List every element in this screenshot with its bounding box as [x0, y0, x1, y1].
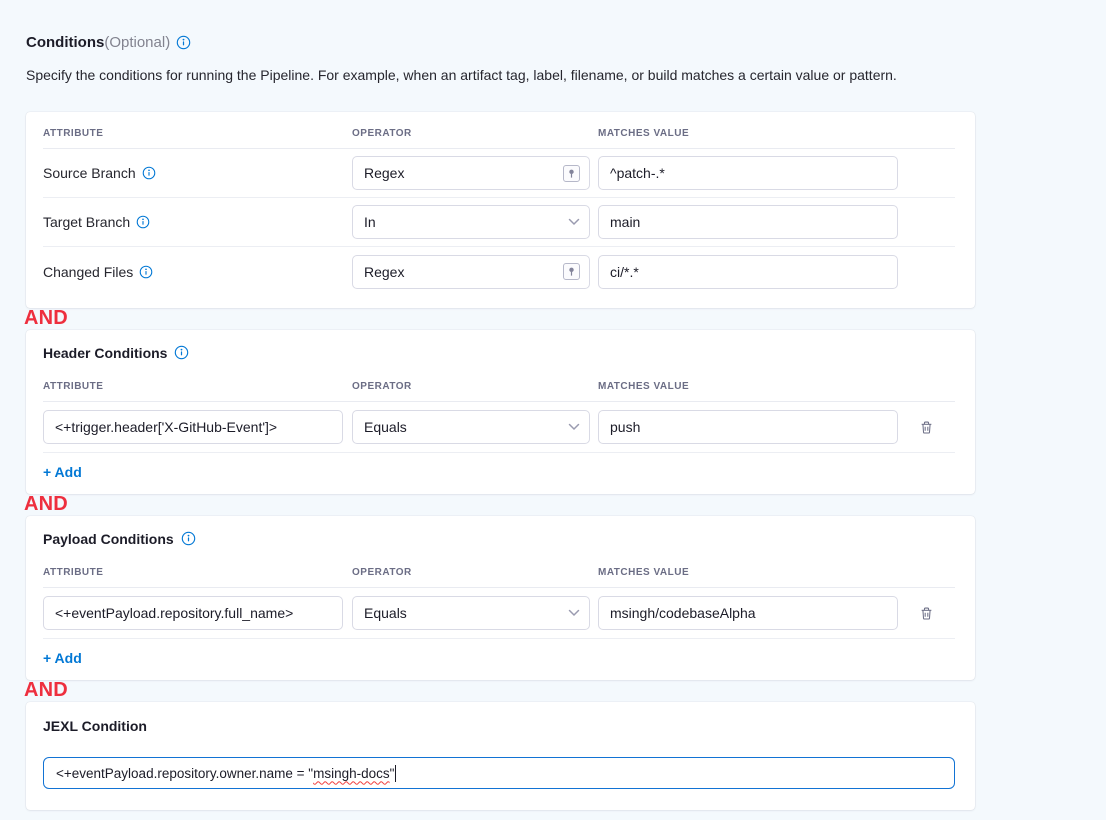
chevron-down-icon: [568, 609, 580, 617]
info-icon[interactable]: [142, 166, 156, 180]
payload-value-input[interactable]: [598, 596, 898, 630]
column-header-attribute: ATTRIBUTE: [43, 128, 352, 139]
delete-row-button[interactable]: [914, 414, 940, 440]
delete-row-button[interactable]: [914, 600, 940, 626]
column-header-operator: OPERATOR: [352, 128, 598, 139]
header-condition-row: Equals: [43, 402, 955, 453]
header-value-input[interactable]: [598, 410, 898, 444]
and-separator: AND: [24, 308, 975, 330]
fixed-input-icon[interactable]: [563, 263, 580, 280]
trash-icon: [919, 420, 934, 435]
trash-icon: [919, 606, 934, 621]
add-header-condition-button[interactable]: + Add: [43, 464, 82, 480]
source-branch-label: Source Branch: [43, 165, 136, 181]
target-branch-row: Target Branch In: [43, 198, 955, 247]
source-branch-row: Source Branch Regex: [43, 149, 955, 198]
column-header-matches-value: MATCHES VALUE: [598, 567, 898, 578]
column-header-matches-value: MATCHES VALUE: [598, 381, 898, 392]
info-icon[interactable]: [136, 215, 150, 229]
payload-conditions-card: Payload Conditions ATTRIBUTE OPERATOR MA…: [26, 516, 975, 680]
jexl-value-suffix: ": [390, 766, 395, 781]
jexl-condition-card: JEXL Condition <+eventPayload.repository…: [26, 702, 975, 810]
and-separator: AND: [24, 494, 975, 516]
changed-files-row: Changed Files Regex: [43, 247, 955, 296]
changed-files-operator-select[interactable]: Regex: [352, 255, 590, 289]
source-branch-value-input[interactable]: [598, 156, 898, 190]
page-title: Conditions: [26, 34, 104, 51]
target-branch-label: Target Branch: [43, 214, 130, 230]
header-conditions-title: Header Conditions: [43, 345, 167, 361]
jexl-condition-input[interactable]: <+eventPayload.repository.owner.name = "…: [43, 757, 955, 789]
and-separator: AND: [24, 680, 975, 702]
payload-operator-select[interactable]: Equals: [352, 596, 590, 630]
conditions-panel: Conditions(Optional) Specify the conditi…: [26, 33, 975, 810]
info-icon[interactable]: [181, 531, 196, 546]
text-cursor: [395, 765, 397, 782]
info-icon[interactable]: [139, 265, 153, 279]
add-payload-condition-button[interactable]: + Add: [43, 650, 82, 666]
column-header-operator: OPERATOR: [352, 381, 598, 392]
payload-conditions-title: Payload Conditions: [43, 531, 174, 547]
section-description: Specify the conditions for running the P…: [26, 67, 975, 84]
chevron-down-icon: [568, 218, 580, 226]
section-header: Conditions(Optional): [26, 33, 975, 51]
header-operator-select[interactable]: Equals: [352, 410, 590, 444]
changed-files-label: Changed Files: [43, 264, 133, 280]
column-header-operator: OPERATOR: [352, 567, 598, 578]
source-branch-operator-select[interactable]: Regex: [352, 156, 590, 190]
info-icon[interactable]: [174, 345, 189, 360]
column-header-attribute: ATTRIBUTE: [43, 381, 352, 392]
header-conditions-card: Header Conditions ATTRIBUTE OPERATOR MAT…: [26, 330, 975, 494]
optional-label: (Optional): [104, 34, 170, 51]
jexl-value-prefix: <+eventPayload.repository.owner.name = ": [56, 766, 313, 781]
info-icon[interactable]: [176, 35, 191, 50]
payload-condition-row: Equals: [43, 588, 955, 639]
target-branch-operator-select[interactable]: In: [352, 205, 590, 239]
payload-attribute-input[interactable]: [43, 596, 343, 630]
chevron-down-icon: [568, 423, 580, 431]
jexl-condition-title: JEXL Condition: [43, 718, 955, 735]
column-header-attribute: ATTRIBUTE: [43, 567, 352, 578]
jexl-misspelled-word: msingh-docs: [313, 766, 390, 781]
header-attribute-input[interactable]: [43, 410, 343, 444]
changed-files-value-input[interactable]: [598, 255, 898, 289]
column-header-matches-value: MATCHES VALUE: [598, 128, 898, 139]
fixed-input-icon[interactable]: [563, 165, 580, 182]
branch-conditions-card: ATTRIBUTE OPERATOR MATCHES VALUE Source …: [26, 112, 975, 308]
target-branch-value-input[interactable]: [598, 205, 898, 239]
